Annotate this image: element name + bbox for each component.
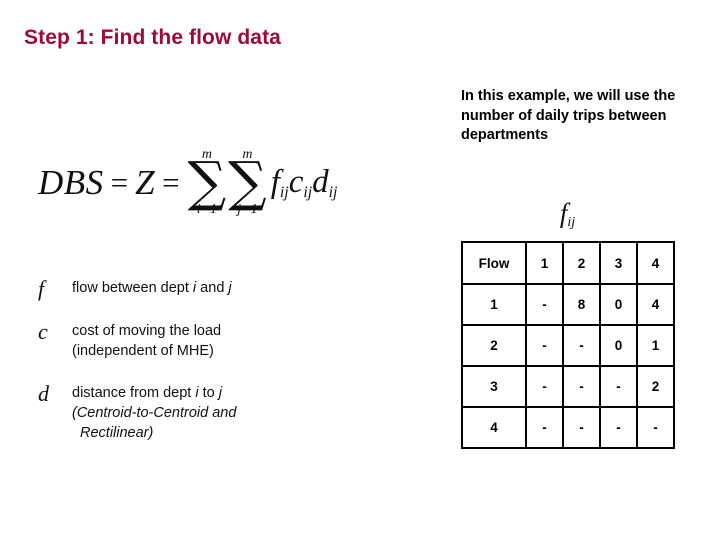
column-header-3: 3 <box>599 241 638 285</box>
term-f-subscript: ij <box>279 183 289 201</box>
legend-description-f: flow between dept i and j <box>72 278 232 298</box>
summation-outer-lower: i=1 <box>196 202 218 218</box>
row-header-4: 4 <box>461 406 527 449</box>
table-header-row: Flow 1 2 3 4 <box>461 241 675 285</box>
flow-matrix-table: Flow 1 2 3 4 1 - 8 0 4 2 - - 0 1 3 - - -… <box>461 241 675 449</box>
legend-symbol-d: d <box>38 381 49 406</box>
legend-d-index-j: j <box>218 385 222 401</box>
legend-item-c: c cost of moving the load (independent o… <box>38 321 438 361</box>
legend-f-line1-pre: flow between dept <box>72 280 193 296</box>
column-header-2: 2 <box>562 241 601 285</box>
legend-description-d: distance from dept i to j (Centroid-to-C… <box>72 383 236 443</box>
legend-c-line2: (independent of MHE) <box>72 343 214 359</box>
cell-2-3: 0 <box>599 324 638 367</box>
legend-description-c: cost of moving the load (independent of … <box>72 321 221 361</box>
legend-c-line1: cost of moving the load <box>72 323 222 339</box>
legend-d-line1-mid: to <box>198 385 219 401</box>
flow-matrix-caption: fij <box>461 198 674 230</box>
legend-item-d: d distance from dept i to j (Centroid-to… <box>38 383 438 443</box>
summation-outer: m ∑ i=1 <box>188 148 227 217</box>
formula-equals-1: = <box>110 164 129 200</box>
term-d: d <box>312 164 329 201</box>
table-row: 1 - 8 0 4 <box>461 283 675 326</box>
cell-1-2: 8 <box>562 283 601 326</box>
term-f: f <box>270 164 280 201</box>
dbs-formula: DBS = Z = m ∑ i=1 m ∑ j=1 fijcijdij <box>38 148 337 217</box>
term-c-subscript: ij <box>303 183 313 201</box>
variable-legend: f flow between dept i and j c cost of mo… <box>38 278 438 443</box>
term-c: c <box>288 164 304 201</box>
cell-3-4: 2 <box>636 365 675 408</box>
legend-d-line3: Rectilinear) <box>80 425 154 441</box>
summation-inner: m ∑ j=1 <box>228 148 267 217</box>
row-header-2: 2 <box>461 324 527 367</box>
sigma-icon: ∑ <box>228 150 267 213</box>
cell-3-1: - <box>525 365 564 408</box>
term-d-subscript: ij <box>328 183 338 201</box>
formula-terms: fijcijdij <box>271 164 338 201</box>
legend-d-line1-pre: distance from dept <box>72 385 196 401</box>
legend-symbol-f: f <box>38 276 45 301</box>
table-row: 3 - - - 2 <box>461 365 675 408</box>
cell-4-2: - <box>562 406 601 449</box>
cell-4-1: - <box>525 406 564 449</box>
cell-2-1: - <box>525 324 564 367</box>
column-header-4: 4 <box>636 241 675 285</box>
row-header-1: 1 <box>461 283 527 326</box>
legend-f-line1-mid: and <box>196 280 229 296</box>
table-row: 2 - - 0 1 <box>461 324 675 367</box>
cell-3-2: - <box>562 365 601 408</box>
cell-1-4: 4 <box>636 283 675 326</box>
legend-d-line2: (Centroid-to-Centroid and <box>72 405 237 421</box>
cell-1-1: - <box>525 283 564 326</box>
slide-canvas: Step 1: Find the flow data DBS = Z = m ∑… <box>0 0 720 540</box>
legend-f-index-j: j <box>228 280 232 296</box>
summation-inner-lower: j=1 <box>237 202 258 218</box>
cell-4-3: - <box>599 406 638 449</box>
cell-1-3: 0 <box>599 283 638 326</box>
table-row: 4 - - - - <box>461 406 675 449</box>
row-header-3: 3 <box>461 365 527 408</box>
page-title: Step 1: Find the flow data <box>24 26 281 49</box>
column-header-1: 1 <box>525 241 564 285</box>
column-header-flow: Flow <box>461 241 527 285</box>
cell-2-4: 1 <box>636 324 675 367</box>
formula-lhs: DBS <box>38 162 104 202</box>
cell-3-3: - <box>599 365 638 408</box>
cell-4-4: - <box>636 406 675 449</box>
formula-objective: Z <box>135 162 156 202</box>
legend-symbol-c: c <box>38 319 48 344</box>
legend-item-f: f flow between dept i and j <box>38 276 438 301</box>
sigma-icon: ∑ <box>187 150 227 213</box>
cell-2-2: - <box>562 324 601 367</box>
formula-equals-2: = <box>162 164 180 200</box>
flow-matrix-caption-subscript: ij <box>567 213 576 230</box>
example-note: In this example, we will use the number … <box>461 88 676 143</box>
